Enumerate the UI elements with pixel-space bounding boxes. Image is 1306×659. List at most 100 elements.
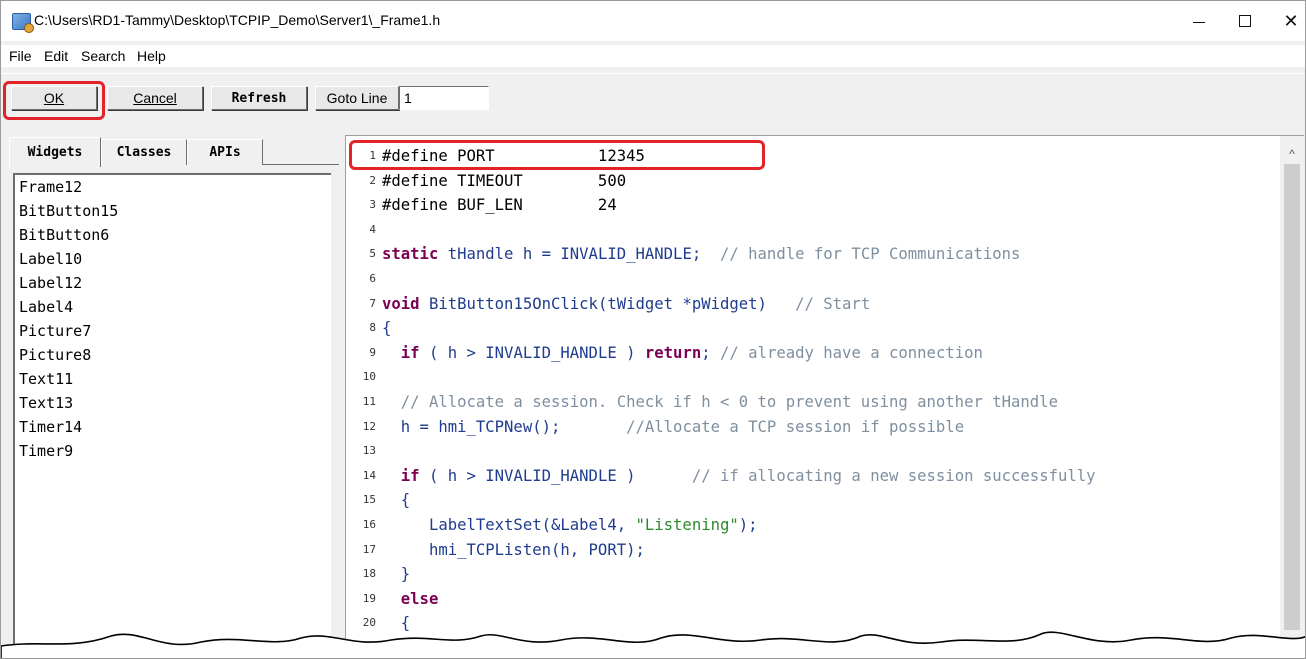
code-line[interactable]: 5 static tHandle h = INVALID_HANDLE; // h… — [346, 242, 1276, 266]
code-token: "Listening" — [635, 516, 739, 534]
code-token: } — [382, 565, 411, 584]
code-line[interactable]: 10 — [346, 365, 1276, 389]
line-number: 17 — [362, 542, 376, 556]
torn-edge — [1, 631, 1305, 658]
code-token: LabelTextSet(&Label4, — [382, 516, 636, 534]
line-number: 19 — [362, 591, 376, 605]
code-token: ( h > INVALID_HANDLE ) — [419, 343, 645, 362]
code-line[interactable]: 3 #define BUF_LEN 24 — [346, 193, 1276, 217]
code-line[interactable]: 18 } — [346, 562, 1276, 586]
widget-list[interactable]: Frame12 BitButton15 BitButton6 Label10 Label… — [13, 173, 331, 658]
refresh-button[interactable]: Refresh — [211, 86, 307, 110]
code-token: { — [382, 491, 411, 510]
code-line[interactable]: 4 — [346, 218, 1276, 242]
goto-line-input[interactable] — [399, 86, 489, 110]
code-token: static — [382, 245, 439, 264]
editor-window: C:\Users\RD1-Tammy\Desktop\TCPIP_Demo\Se… — [0, 0, 1306, 659]
tab-widgets[interactable]: Widgets — [9, 137, 101, 167]
line-number: 15 — [362, 493, 376, 507]
code-token: hmi_TCPListen(h, PORT); — [382, 540, 645, 559]
code-token: ( h > INVALID_HANDLE ) — [419, 466, 636, 485]
code-token: // if allocating a new session successfu… — [635, 466, 1096, 485]
code-token: BitButton15OnClick(tWidget *pWidget) — [419, 294, 767, 313]
menu-bar: File Edit Search Help — [1, 45, 1305, 67]
widget-list-item[interactable]: Label12 — [15, 271, 331, 295]
widget-list-item[interactable]: Picture7 — [15, 319, 331, 343]
code-token: #define TIMEOUT 500 — [382, 171, 627, 190]
tab-strip-filler — [263, 139, 339, 165]
line-number: 5 — [369, 247, 376, 261]
widget-list-item[interactable]: Picture8 — [15, 343, 331, 367]
line-number: 6 — [369, 272, 376, 285]
widget-list-item[interactable]: Label10 — [15, 247, 331, 271]
code-line[interactable]: 9 if ( h > INVALID_HANDLE ) return; // a… — [346, 341, 1276, 365]
maximize-button[interactable] — [1222, 1, 1268, 41]
code-line[interactable]: 15 { — [346, 488, 1276, 512]
code-token: { — [382, 319, 392, 338]
menu-search[interactable]: Search — [81, 48, 125, 64]
line-number: 11 — [362, 395, 376, 408]
code-line[interactable]: 7 void BitButton15OnClick(tWidget *pWidge… — [346, 292, 1276, 316]
tab-apis[interactable]: APIs — [187, 139, 263, 165]
code-token: ; — [701, 343, 711, 362]
cancel-button[interactable]: Cancel — [107, 86, 203, 110]
code-token: // Allocate a session. Check if h < 0 to… — [382, 393, 1058, 411]
close-icon: ✕ — [1283, 10, 1299, 31]
code-line[interactable]: 17 hmi_TCPListen(h, PORT); — [346, 538, 1276, 562]
vertical-scrollbar[interactable]: ^ — [1280, 136, 1304, 658]
code-token: // already have a connection — [710, 343, 983, 362]
line-number: 13 — [362, 444, 376, 458]
code-line[interactable]: 6 — [346, 267, 1276, 291]
line-number: 12 — [362, 419, 376, 433]
code-line[interactable]: 11 // Allocate a session. Check if h < 0… — [346, 390, 1276, 414]
line-number: 3 — [369, 198, 376, 212]
widget-list-item[interactable]: Text11 — [15, 367, 331, 391]
code-line[interactable]: 14 if ( h > INVALID_HANDLE ) // if alloc… — [346, 464, 1276, 488]
line-number: 7 — [369, 296, 376, 310]
code-line[interactable]: 13 — [346, 439, 1276, 463]
scroll-up-icon[interactable]: ^ — [1280, 144, 1304, 164]
line-number: 8 — [369, 321, 376, 335]
code-line[interactable]: 1 #define PORT 12345 — [346, 144, 1276, 168]
close-button[interactable]: ✕ — [1268, 1, 1305, 41]
minimize-button[interactable] — [1176, 1, 1222, 41]
scroll-thumb[interactable] — [1284, 164, 1300, 630]
code-line[interactable]: 8{ — [346, 316, 1276, 340]
widget-list-item[interactable]: Label4 — [15, 295, 331, 319]
widget-list-item[interactable]: Text13 — [15, 391, 331, 415]
title-bar[interactable]: C:\Users\RD1-Tammy\Desktop\TCPIP_Demo\Se… — [1, 1, 1305, 41]
widget-list-item[interactable]: Frame12 — [15, 175, 331, 199]
widget-list-item[interactable]: BitButton15 — [15, 199, 331, 223]
code-token: tHandle h = INVALID_HANDLE; — [438, 245, 702, 264]
menu-file[interactable]: File — [9, 48, 32, 64]
code-token: // handle for TCP Communications — [701, 245, 1021, 264]
code-token: #define PORT 12345 — [382, 147, 645, 165]
panel-tabs: Widgets Classes APIs — [7, 137, 339, 167]
goto-line-button[interactable]: Goto Line — [315, 86, 399, 110]
code-token: else — [382, 589, 439, 608]
ok-button[interactable]: OK — [11, 86, 97, 110]
menu-edit[interactable]: Edit — [44, 48, 68, 64]
code-token: h = hmi_TCPNew(); — [382, 417, 561, 436]
minimize-icon — [1193, 21, 1205, 23]
code-token: #define BUF_LEN 24 — [382, 196, 617, 215]
window-title: C:\Users\RD1-Tammy\Desktop\TCPIP_Demo\Se… — [34, 12, 441, 28]
app-icon — [12, 13, 34, 33]
toolbar: OK Cancel Refresh Goto Line — [1, 73, 1305, 124]
line-number: 16 — [362, 518, 376, 531]
maximize-icon — [1239, 15, 1251, 27]
code-editor[interactable]: ^ 1 #define PORT 12345 2 #define TIMEOUT 50… — [345, 135, 1304, 658]
menu-help[interactable]: Help — [137, 48, 166, 64]
code-token: void — [382, 294, 420, 313]
widget-list-item[interactable]: BitButton6 — [15, 223, 331, 247]
widget-list-item[interactable]: Timer14 — [15, 415, 331, 439]
widget-list-item[interactable]: Timer9 — [15, 439, 331, 463]
code-line[interactable]: 12 h = hmi_TCPNew(); //Allocate a TCP se… — [346, 415, 1276, 439]
line-number: 2 — [369, 173, 376, 187]
widget-panel: Widgets Classes APIs Frame12 BitButton15 B… — [7, 133, 339, 658]
code-line[interactable]: 16 LabelTextSet(&Label4, "Listening"); — [346, 513, 1276, 537]
code-line[interactable]: 2 #define TIMEOUT 500 — [346, 169, 1276, 193]
code-token: return — [644, 343, 702, 362]
code-line[interactable]: 19 else — [346, 587, 1276, 611]
tab-classes[interactable]: Classes — [101, 139, 187, 165]
